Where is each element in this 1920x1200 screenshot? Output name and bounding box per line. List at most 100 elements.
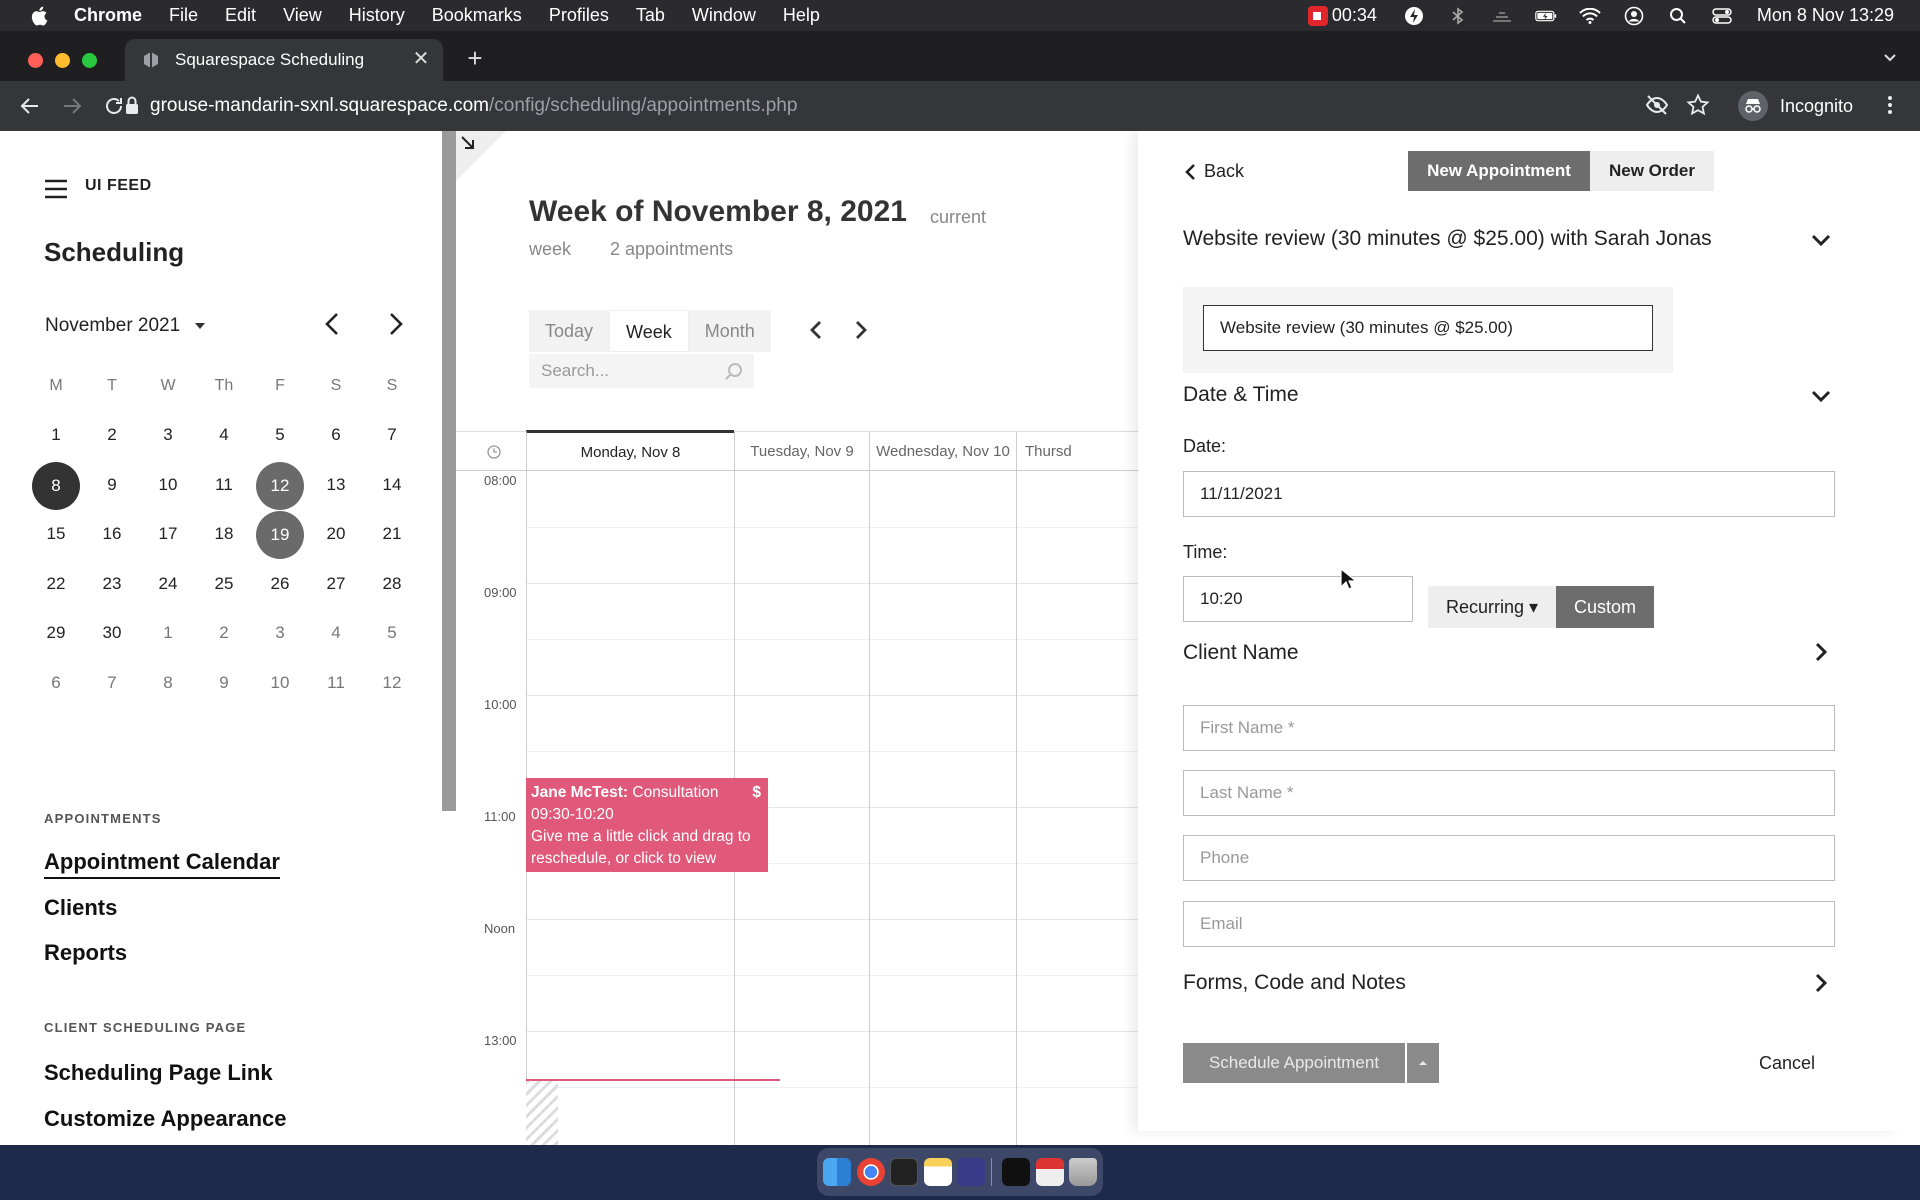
close-window-button[interactable] [28,53,43,68]
mini-calendar-day[interactable]: 17 [140,511,196,557]
mini-calendar-day[interactable]: 2 [196,610,252,656]
cloud-icon[interactable] [1491,7,1513,25]
mini-calendar-day[interactable]: 10 [252,660,308,706]
bookmark-star-icon[interactable] [1686,93,1710,117]
mini-calendar-day[interactable]: 18 [196,511,252,557]
menu-profiles[interactable]: Profiles [549,5,609,26]
day-header-monday[interactable]: Monday, Nov 8 [526,430,734,470]
mini-calendar-day[interactable]: 25 [196,561,252,607]
forward-arrow-icon[interactable] [60,94,84,118]
site-name[interactable]: UI FEED [85,177,152,195]
mini-calendar-next-icon[interactable] [382,311,408,337]
screen-recorder-icon[interactable] [1002,1158,1030,1186]
last-name-input[interactable]: Last Name * [1183,770,1835,816]
mini-calendar-day[interactable]: 20 [308,511,364,557]
menu-bar-clock[interactable]: Mon 8 Nov 13:29 [1757,5,1894,26]
mini-calendar-day[interactable]: 23 [84,561,140,607]
apple-menu-icon[interactable] [30,6,48,26]
mini-calendar-day[interactable]: 7 [84,660,140,706]
mini-calendar-day[interactable]: 8 [28,461,84,510]
custom-button[interactable]: Custom [1556,586,1654,628]
mini-calendar-day[interactable]: 28 [364,561,420,607]
spotlight-search-icon[interactable] [1667,7,1689,25]
new-tab-icon[interactable]: + [462,45,488,71]
appointment-event[interactable]: Jane McTest: Consultation $ 09:30-10:20 … [526,778,768,872]
chevron-right-icon[interactable] [1810,641,1832,663]
nav-customize-appearance[interactable]: Customize Appearance [44,1106,286,1132]
menu-edit[interactable]: Edit [225,5,256,26]
bluetooth-icon[interactable] [1447,6,1469,25]
time-field[interactable]: 10:20 [1183,576,1413,622]
mini-calendar-day[interactable]: 27 [308,561,364,607]
today-button[interactable]: Today [529,310,609,352]
menu-history[interactable]: History [349,5,405,26]
mini-calendar-day[interactable]: 8 [140,660,196,706]
terminal-icon[interactable] [890,1158,918,1186]
bolt-app-icon[interactable] [957,1158,985,1186]
trash-icon[interactable] [1069,1158,1097,1186]
forms-code-notes-heading[interactable]: Forms, Code and Notes [1183,971,1406,995]
mini-calendar-month-select[interactable]: November 2021 [45,315,206,337]
mini-calendar-day[interactable]: 1 [28,412,84,458]
user-account-icon[interactable] [1623,6,1645,25]
eye-off-icon[interactable] [1645,93,1669,117]
day-header-thursday[interactable]: Thursd [1016,432,1140,472]
mini-calendar-day[interactable]: 16 [84,511,140,557]
fullscreen-window-button[interactable] [82,53,97,68]
mini-calendar-day[interactable]: 12 [252,461,308,510]
minimize-window-button[interactable] [55,53,70,68]
tab-search-chevron-icon[interactable] [1880,47,1900,67]
chrome-menu-icon[interactable] [1880,93,1900,117]
mini-calendar-day[interactable]: 15 [28,511,84,557]
day-header-wednesday[interactable]: Wednesday, Nov 10 [869,432,1016,472]
nav-reports[interactable]: Reports [44,940,127,966]
mini-calendar-day[interactable]: 3 [140,412,196,458]
cancel-button[interactable]: Cancel [1759,1053,1815,1074]
mini-calendar-day[interactable]: 9 [196,660,252,706]
incognito-profile-button[interactable]: Incognito [1738,90,1853,122]
mini-calendar-day[interactable]: 14 [364,462,420,508]
mini-calendar-day[interactable]: 22 [28,561,84,607]
mini-calendar-day[interactable]: 10 [140,462,196,508]
phone-input[interactable]: Phone [1183,835,1835,881]
mini-calendar-day[interactable]: 9 [84,462,140,508]
month-view-button[interactable]: Month [689,310,771,352]
first-name-input[interactable]: First Name * [1183,705,1835,751]
chevron-down-icon[interactable] [1810,385,1832,407]
day-header-tuesday[interactable]: Tuesday, Nov 9 [734,432,869,472]
finder-icon[interactable] [823,1158,851,1186]
previous-week-icon[interactable] [806,318,826,342]
mini-calendar-day[interactable]: 4 [196,412,252,458]
wifi-icon[interactable] [1579,7,1601,25]
address-bar[interactable]: grouse-mandarin-sxnl.squarespace.com/con… [150,90,797,122]
chevron-right-icon[interactable] [1810,972,1832,994]
chrome-icon[interactable] [856,1158,885,1186]
email-input[interactable]: Email [1183,901,1835,947]
menu-bookmarks[interactable]: Bookmarks [432,5,522,26]
control-center-icon[interactable] [1711,7,1733,25]
date-field[interactable]: 11/11/2021 [1183,471,1835,517]
mini-calendar-day[interactable]: 19 [252,511,308,560]
battery-icon[interactable] [1535,7,1557,25]
schedule-options-button[interactable] [1407,1043,1439,1083]
menu-file[interactable]: File [169,5,198,26]
next-week-icon[interactable] [851,318,871,342]
mini-calendar-day[interactable]: 7 [364,412,420,458]
mini-calendar-day[interactable]: 4 [308,610,364,656]
menu-app-chrome[interactable]: Chrome [74,5,142,26]
calendar-search-input[interactable]: Search... [529,354,754,388]
date-time-heading[interactable]: Date & Time [1183,383,1299,407]
screen-recording-indicator[interactable]: 00:34 [1307,5,1377,26]
mini-calendar-day[interactable]: 29 [28,610,84,656]
schedule-appointment-button[interactable]: Schedule Appointment [1183,1043,1405,1083]
close-tab-icon[interactable]: ✕ [411,49,431,69]
menu-view[interactable]: View [283,5,322,26]
new-order-tab[interactable]: New Order [1590,151,1714,191]
mini-calendar-day[interactable]: 11 [308,660,364,706]
browser-tab-active[interactable]: Squarespace Scheduling ✕ [125,39,443,81]
recurring-button[interactable]: Recurring ▾ [1428,586,1556,628]
week-view-button[interactable]: Week [609,310,689,352]
menu-help[interactable]: Help [783,5,820,26]
mini-calendar-prev-icon[interactable] [320,311,346,337]
nav-scheduling-page-link[interactable]: Scheduling Page Link [44,1060,273,1086]
